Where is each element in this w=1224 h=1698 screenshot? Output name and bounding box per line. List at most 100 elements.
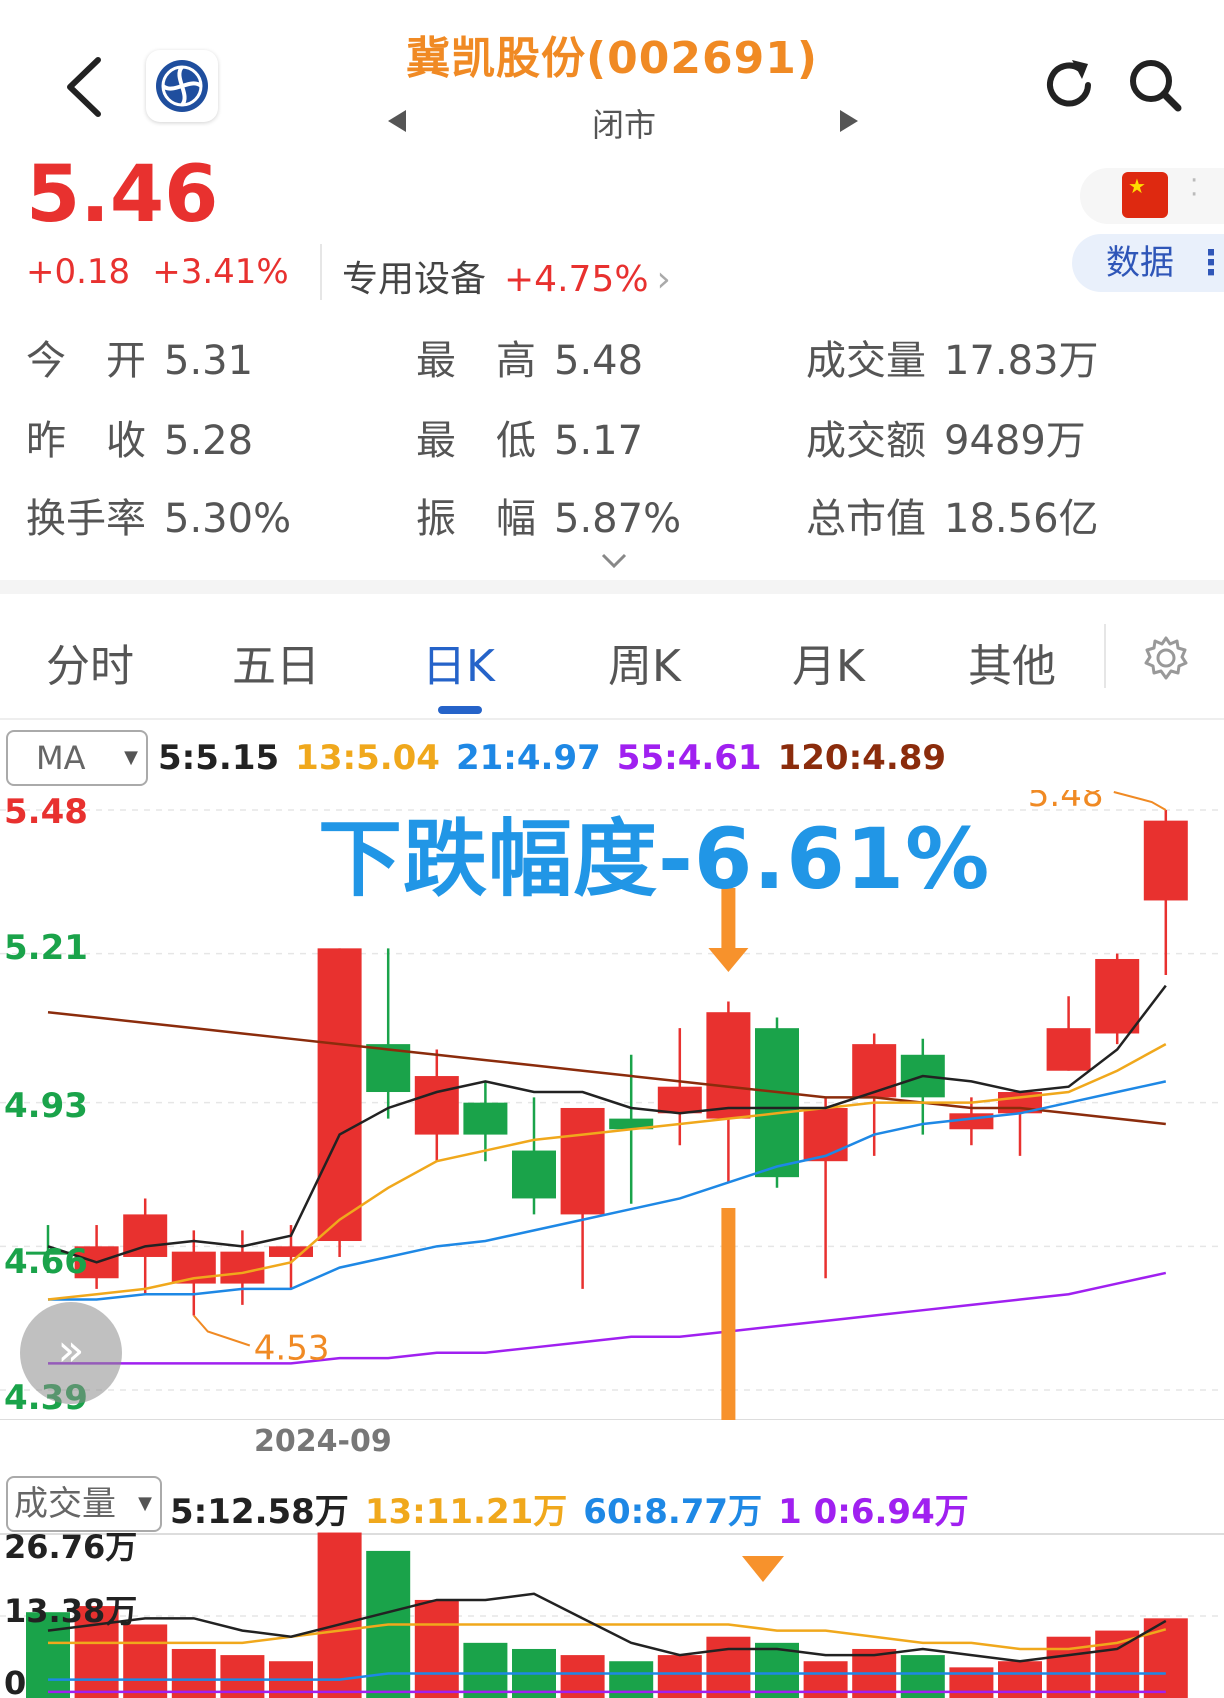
stat-value: 9489万	[944, 418, 1086, 464]
stat-label: 振 幅	[416, 496, 536, 542]
vol-legend-120: 1 0:6.94万	[778, 1492, 969, 1532]
chevron-down-icon[interactable]	[600, 552, 628, 570]
tab-other[interactable]: 其他	[968, 630, 1056, 694]
volume-axis-label: 0	[4, 1664, 26, 1698]
stat-item: 今 开 5.31	[26, 328, 253, 386]
candle-body	[317, 948, 362, 1242]
candle-body	[463, 1102, 508, 1135]
vol-legend-5: 5:12.58万	[170, 1492, 349, 1532]
ma-legend-13: 13:5.04	[295, 738, 440, 778]
stat-label: 成交额	[806, 418, 926, 464]
divider	[1104, 624, 1106, 688]
stat-label: 总市值	[806, 496, 926, 542]
candle-body	[1143, 820, 1188, 901]
volume-bar	[463, 1642, 508, 1698]
active-tab-indicator	[438, 706, 482, 714]
volume-axis-label: 13.38万	[4, 1592, 137, 1630]
stat-label: 换手率	[26, 496, 146, 542]
indicator-select[interactable]: MA ▼	[6, 730, 148, 786]
candle-body	[803, 1107, 848, 1162]
stat-label: 最 高	[416, 338, 536, 384]
stat-label: 最 低	[416, 418, 536, 464]
market-flag-button[interactable]: ★ · ·	[1080, 168, 1224, 224]
low-marker-leader	[193, 1314, 251, 1347]
volume-axis-label: 26.76万	[4, 1532, 137, 1566]
ma-legend-21: 21:4.97	[455, 738, 601, 778]
stat-item: 换手率 5.30%	[26, 486, 291, 544]
caret-down-icon: ▼	[138, 1493, 152, 1514]
price-axis-label: 5.21	[4, 928, 88, 968]
china-flag-icon: ★	[1122, 172, 1168, 218]
candle-body	[706, 1012, 751, 1119]
section-divider	[0, 580, 1224, 594]
stat-item: 振 幅 5.87%	[416, 486, 681, 544]
next-stock-icon[interactable]	[836, 108, 862, 134]
double-chevron-right-icon[interactable]: »	[20, 1302, 122, 1404]
stat-item: 成交额 9489万	[806, 408, 1086, 466]
indicator-select-value: MA	[36, 739, 86, 777]
volume-bar	[123, 1624, 168, 1698]
candle-body	[560, 1107, 605, 1215]
top-bar: 冀凯股份(002691) 闭市	[0, 0, 1224, 150]
candle-body	[1046, 1028, 1091, 1071]
candle-body	[414, 1076, 459, 1135]
volume-bar	[414, 1599, 459, 1698]
stat-label: 成交量	[806, 338, 926, 384]
price-change: +0.18 +3.41%	[26, 252, 311, 292]
volume-bar	[949, 1667, 994, 1698]
gear-icon[interactable]	[1142, 634, 1190, 682]
price-axis-label: 5.48	[4, 792, 88, 832]
volume-select-value: 成交量	[14, 1484, 116, 1524]
candle-body	[852, 1044, 897, 1098]
stat-value: 5.28	[164, 418, 254, 464]
candle-body	[220, 1251, 265, 1284]
ma120-line	[47, 1010, 1166, 1126]
candle-body	[657, 1086, 702, 1114]
divider	[320, 244, 322, 300]
stat-label: 今 开	[26, 338, 146, 384]
stat-value: 5.87%	[554, 496, 682, 542]
price-axis-label: 4.66	[4, 1242, 88, 1282]
stat-item: 成交量 17.83万	[806, 328, 1099, 386]
tab-daily-k[interactable]: 日K	[422, 630, 495, 694]
x-axis-date: 2024-09	[254, 1424, 392, 1459]
chart-tabs: 分时 五日 日K 周K 月K 其他	[0, 594, 1224, 720]
tab-fenshi[interactable]: 分时	[46, 630, 134, 694]
volume-legend: 5:12.58万 13:11.21万 60:8.77万 1 0:6.94万	[170, 1484, 985, 1533]
down-arrow-icon	[721, 1208, 736, 1420]
stat-value: 5.48	[554, 338, 644, 384]
sector-percent: +4.75%	[504, 259, 649, 300]
stat-item: 总市值 18.56亿	[806, 486, 1099, 544]
refresh-icon[interactable]	[1038, 54, 1100, 116]
stat-value: 5.30%	[164, 496, 292, 542]
ma-legend: 5:5.15 13:5.04 21:4.97 55:4.61 120:4.89	[158, 738, 962, 778]
ma5-line	[47, 984, 1167, 1264]
ma-legend-5: 5:5.15	[158, 738, 280, 778]
price-axis-label: 4.93	[4, 1086, 88, 1126]
data-button[interactable]: 数据 ⋮	[1072, 234, 1224, 292]
change-percent: +3.41%	[152, 252, 289, 292]
stat-label: 昨 收	[26, 418, 146, 464]
down-arrow-icon	[708, 948, 749, 972]
volume-indicator-select[interactable]: 成交量 ▼	[6, 1476, 162, 1532]
current-price: 5.46	[26, 150, 219, 240]
stat-value: 17.83万	[944, 338, 1099, 384]
stat-item: 昨 收 5.28	[26, 408, 253, 466]
tab-monthly-k[interactable]: 月K	[792, 630, 865, 694]
candle-body	[512, 1150, 556, 1199]
sector-name: 专用设备	[342, 259, 487, 300]
sector-link[interactable]: 专用设备 +4.75% ›	[342, 250, 671, 302]
search-icon[interactable]	[1124, 54, 1186, 116]
more-dots-icon: · ·	[1190, 166, 1199, 210]
volume-bar	[706, 1636, 751, 1698]
data-button-label: 数据	[1106, 243, 1174, 283]
high-marker-label: 5.48	[1028, 790, 1104, 815]
stat-value: 5.31	[164, 338, 254, 384]
volume-chart[interactable]: 26.76万 13.38万 0	[0, 1532, 1224, 1698]
tab-wuri[interactable]: 五日	[232, 630, 320, 694]
stat-item: 最 高 5.48	[416, 328, 643, 386]
change-amount: +0.18	[26, 252, 131, 292]
chevron-right-icon: ›	[656, 259, 671, 300]
volume-bar	[317, 1532, 362, 1698]
tab-weekly-k[interactable]: 周K	[608, 630, 681, 694]
